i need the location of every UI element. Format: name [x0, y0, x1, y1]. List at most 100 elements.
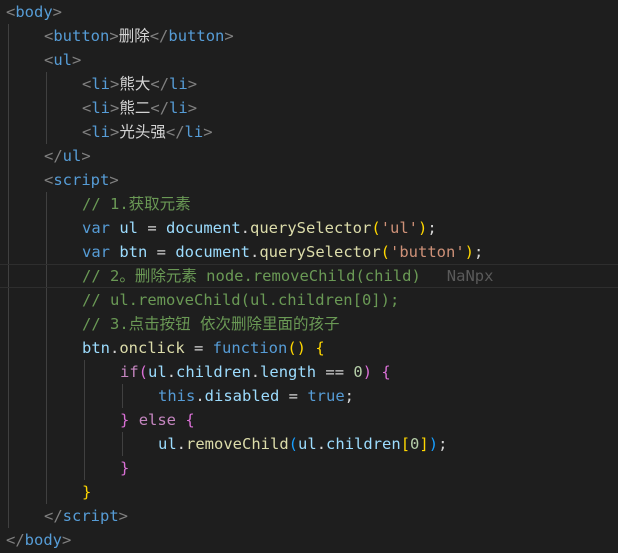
code-token: .	[250, 243, 260, 261]
code-line[interactable]: <script>	[0, 168, 618, 192]
code-token: .	[250, 363, 261, 381]
code-token: )	[464, 243, 475, 261]
code-token: >	[72, 51, 82, 69]
code-token: 熊大	[119, 75, 151, 93]
code-token: (	[138, 363, 149, 381]
code-token: // 1.获取元素	[82, 195, 191, 213]
code-token: ()	[287, 339, 306, 357]
code-token: .	[240, 219, 251, 237]
code-token: =	[279, 387, 308, 405]
code-line[interactable]: }	[0, 456, 618, 480]
code-token: this	[158, 387, 196, 405]
code-line[interactable]: } else {	[0, 408, 618, 432]
code-token: ;	[474, 243, 484, 261]
code-token: body	[24, 531, 62, 549]
code-token: onclick	[119, 339, 185, 357]
code-line[interactable]: </script>	[0, 504, 618, 528]
code-line[interactable]: // 2。删除元素 node.removeChild(child) NaNpx	[0, 264, 618, 288]
code-line[interactable]: this.disabled = true;	[0, 384, 618, 408]
code-token: .	[176, 435, 187, 453]
code-line[interactable]: </ul>	[0, 144, 618, 168]
code-token: >	[109, 27, 119, 45]
code-token: {	[315, 339, 325, 357]
code-token: </	[44, 147, 63, 165]
code-token: (	[380, 243, 391, 261]
code-token: // 2。删除元素 node.removeChild(child)	[82, 267, 421, 285]
code-line[interactable]: <li>光头强</li>	[0, 120, 618, 144]
code-line[interactable]: <ul>	[0, 48, 618, 72]
code-line[interactable]: // 1.获取元素	[0, 192, 618, 216]
code-token: <	[6, 3, 16, 21]
code-token: button	[168, 27, 225, 45]
code-token: length	[260, 363, 317, 381]
code-token: var	[82, 219, 110, 237]
code-token: 0	[410, 435, 420, 453]
code-line[interactable]: <body>	[0, 0, 618, 24]
code-token: 光头强	[119, 123, 166, 141]
code-token: li	[169, 99, 188, 117]
code-token: <	[44, 171, 54, 189]
code-token: =	[147, 243, 176, 261]
code-token: >	[224, 27, 234, 45]
code-token: disabled	[204, 387, 280, 405]
code-line[interactable]: // 3.点击按钮 依次删除里面的孩子	[0, 312, 618, 336]
code-line[interactable]: var btn = document.querySelector('button…	[0, 240, 618, 264]
code-editor[interactable]: <body> <button>删除</button> <ul> <li>熊大</li>…	[0, 0, 618, 553]
code-token: if	[120, 363, 139, 381]
code-line[interactable]: }	[0, 480, 618, 504]
code-token: >	[62, 531, 72, 549]
code-token: >	[110, 99, 120, 117]
code-line[interactable]: if(ul.children.length == 0) {	[0, 360, 618, 384]
code-line[interactable]: </body>	[0, 528, 618, 552]
code-token: ul	[158, 435, 177, 453]
code-token: {	[381, 363, 391, 381]
code-token: </	[150, 99, 170, 117]
code-line[interactable]: <li>熊二</li>	[0, 96, 618, 120]
code-token: document	[175, 243, 250, 261]
code-token: // 3.点击按钮 依次删除里面的孩子	[82, 315, 340, 333]
code-token: ul	[148, 363, 167, 381]
code-token: ;	[438, 435, 448, 453]
code-token: (	[288, 435, 299, 453]
code-token: <	[82, 75, 92, 93]
code-token: body	[15, 3, 53, 21]
code-line[interactable]: var ul = document.querySelector('ul');	[0, 216, 618, 240]
code-token: li	[184, 123, 204, 141]
code-token: ul	[119, 219, 139, 237]
code-token: .	[166, 363, 177, 381]
code-token: children	[176, 363, 251, 381]
code-token: >	[187, 99, 198, 117]
code-token: }	[82, 483, 92, 501]
code-line[interactable]: btn.onclick = function() {	[0, 336, 618, 360]
code-token: {	[185, 411, 195, 429]
code-token: ul	[298, 435, 317, 453]
code-token: var	[82, 243, 110, 261]
code-token: )	[418, 219, 428, 237]
code-token: .	[195, 387, 205, 405]
code-token: function	[212, 339, 288, 357]
code-line[interactable]: // ul.removeChild(ul.children[0]);	[0, 288, 618, 312]
code-token: true	[307, 387, 345, 405]
code-token: <	[44, 27, 54, 45]
code-token: ;	[427, 219, 437, 237]
code-token: li	[91, 123, 111, 141]
code-token: li	[91, 75, 111, 93]
code-token: >	[52, 3, 63, 21]
code-token: querySelector	[259, 243, 381, 261]
code-token: else	[138, 411, 177, 429]
inline-hint: NaNpx	[446, 267, 494, 285]
code-token: >	[110, 75, 120, 93]
code-line[interactable]: ul.removeChild(ul.children[0]);	[0, 432, 618, 456]
code-token: 'ul'	[380, 219, 419, 237]
code-token: >	[109, 171, 119, 189]
code-token: >	[81, 147, 91, 165]
code-line[interactable]: <button>删除</button>	[0, 24, 618, 48]
code-token: ;	[344, 387, 354, 405]
code-token: >	[187, 75, 198, 93]
code-line[interactable]: <li>熊大</li>	[0, 72, 618, 96]
code-token: =	[138, 219, 167, 237]
code-token: .	[316, 435, 327, 453]
